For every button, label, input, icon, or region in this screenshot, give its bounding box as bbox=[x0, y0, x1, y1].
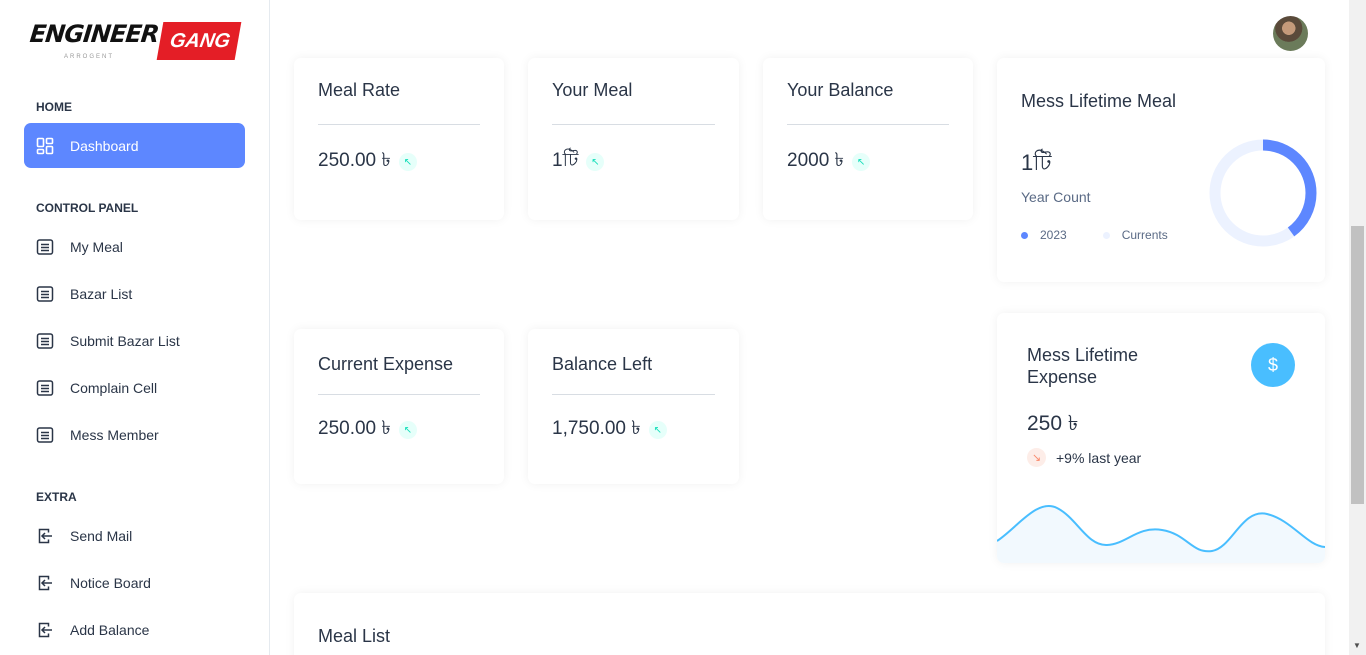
arrow-down-right-icon: ↘ bbox=[1027, 448, 1046, 467]
list-icon bbox=[36, 238, 54, 256]
dashboard-icon bbox=[36, 137, 54, 155]
logo-subtitle: ARROGENT bbox=[64, 54, 115, 60]
card-value-row: 250.00 ৳ ↖ bbox=[318, 414, 417, 446]
list-icon bbox=[36, 379, 54, 397]
sidebar-item-notice-board[interactable]: Notice Board bbox=[24, 560, 245, 605]
list-icon bbox=[36, 285, 54, 303]
current-expense-value: 250.00 ৳ bbox=[318, 418, 391, 439]
sidebar-item-label: Submit Bazar List bbox=[70, 332, 180, 349]
scroll-down-icon[interactable]: ▼ bbox=[1353, 641, 1361, 650]
legend-label-2023: 2023 bbox=[1040, 228, 1067, 242]
card-title: Meal Rate bbox=[318, 80, 401, 100]
arrow-up-left-icon: ↖ bbox=[398, 421, 417, 439]
divider bbox=[318, 124, 480, 125]
sidebar-item-label: Mess Member bbox=[70, 426, 159, 443]
scrollbar-thumb[interactable] bbox=[1351, 226, 1364, 504]
sidebar-item-dashboard[interactable]: Dashboard bbox=[24, 123, 245, 168]
change-text: +9% last year bbox=[1056, 449, 1142, 466]
card-title: Mess Lifetime Expense bbox=[1027, 344, 1138, 388]
card-current-expense: Current Expense 250.00 ৳ ↖ bbox=[294, 329, 504, 484]
sidebar-item-my-meal[interactable]: My Meal bbox=[24, 224, 245, 269]
logo-word-gang: GANG bbox=[157, 22, 242, 60]
page-scrollbar[interactable]: ▼ bbox=[1349, 0, 1366, 655]
dollar-icon: $ bbox=[1251, 343, 1295, 387]
change-row: ↘ +9% last year bbox=[1027, 448, 1141, 467]
card-meal-rate: Meal Rate 250.00 ৳ ↖ bbox=[294, 58, 504, 220]
expense-sparkline bbox=[997, 505, 1325, 563]
sidebar-item-add-balance[interactable]: Add Balance bbox=[24, 607, 245, 652]
lifetime-meal-value: 1টি bbox=[1021, 150, 1052, 175]
divider bbox=[318, 394, 480, 395]
login-icon bbox=[36, 527, 54, 545]
sparkline-area bbox=[997, 505, 1325, 563]
card-title: Your Balance bbox=[787, 80, 894, 100]
arrow-up-left-icon: ↖ bbox=[648, 421, 667, 439]
user-avatar[interactable] bbox=[1273, 16, 1308, 51]
card-title: Mess Lifetime Meal bbox=[1021, 91, 1177, 111]
legend: 2023 Currents bbox=[1021, 228, 1168, 242]
nav-section-control-panel: CONTROL PANEL bbox=[36, 201, 139, 215]
card-value-row: 2000 ৳ ↖ bbox=[787, 146, 871, 178]
card-meal-list: Meal List bbox=[294, 593, 1325, 655]
sidebar-item-label: Dashboard bbox=[70, 137, 139, 154]
nav-section-home: HOME bbox=[36, 100, 72, 114]
sidebar-item-submit-bazar-list[interactable]: Submit Bazar List bbox=[24, 318, 245, 363]
sidebar-item-label: Complain Cell bbox=[70, 379, 158, 396]
card-value-row: 250.00 ৳ ↖ bbox=[318, 146, 417, 178]
your-meal-value: 1টি bbox=[552, 150, 579, 171]
year-count-label: Year Count bbox=[1021, 189, 1091, 205]
card-value-row: 1টি ↖ bbox=[552, 146, 605, 178]
legend-dot-2023 bbox=[1021, 231, 1028, 239]
legend-dot-currents bbox=[1102, 231, 1110, 239]
meal-rate-value: 250.00 ৳ bbox=[318, 150, 391, 171]
arrow-up-left-icon: ↖ bbox=[852, 153, 871, 171]
sidebar-item-label: Notice Board bbox=[70, 574, 151, 591]
card-title: Balance Left bbox=[552, 354, 653, 374]
arrow-up-left-icon: ↖ bbox=[586, 153, 605, 171]
nav-section-extra: EXTRA bbox=[36, 490, 77, 504]
sidebar: ENGINEER GANG ARROGENT HOME Dashboard CO… bbox=[0, 0, 270, 655]
donut-chart bbox=[1209, 139, 1317, 247]
divider bbox=[787, 124, 949, 125]
login-icon bbox=[36, 574, 54, 592]
card-title: Current Expense bbox=[318, 354, 454, 374]
arrow-up-left-icon: ↖ bbox=[398, 153, 417, 171]
logo[interactable]: ENGINEER GANG ARROGENT bbox=[28, 20, 242, 62]
title-line-1: Mess Lifetime bbox=[1027, 345, 1139, 365]
sidebar-item-label: Bazar List bbox=[70, 285, 133, 302]
sidebar-item-mess-member[interactable]: Mess Member bbox=[24, 412, 245, 457]
list-icon bbox=[36, 426, 54, 444]
balance-left-value: 1,750.00 ৳ bbox=[552, 418, 641, 439]
card-mess-lifetime-expense: Mess Lifetime Expense $ 250 ৳ ↘ +9% last… bbox=[997, 313, 1325, 563]
divider bbox=[552, 124, 715, 125]
sidebar-item-label: Send Mail bbox=[70, 527, 133, 544]
login-icon bbox=[36, 621, 54, 639]
card-your-balance: Your Balance 2000 ৳ ↖ bbox=[763, 58, 973, 220]
card-title: Your Meal bbox=[552, 80, 633, 100]
your-balance-value: 2000 ৳ bbox=[787, 150, 845, 171]
card-value-row: 1,750.00 ৳ ↖ bbox=[552, 414, 667, 446]
card-mess-lifetime-meal: Mess Lifetime Meal 1টি Year Count 2023 C… bbox=[997, 58, 1325, 282]
title-line-2: Expense bbox=[1027, 367, 1098, 387]
card-balance-left: Balance Left 1,750.00 ৳ ↖ bbox=[528, 329, 739, 484]
card-your-meal: Your Meal 1টি ↖ bbox=[528, 58, 739, 220]
divider bbox=[552, 394, 715, 395]
list-icon bbox=[36, 332, 54, 350]
meal-list-title: Meal List bbox=[318, 626, 391, 646]
legend-label-currents: Currents bbox=[1121, 228, 1168, 242]
sidebar-item-bazar-list[interactable]: Bazar List bbox=[24, 271, 245, 316]
sidebar-item-complain-cell[interactable]: Complain Cell bbox=[24, 365, 245, 410]
sidebar-item-send-mail[interactable]: Send Mail bbox=[24, 513, 245, 558]
lifetime-expense-value: 250 ৳ bbox=[1027, 412, 1079, 435]
sidebar-item-label: My Meal bbox=[70, 238, 123, 255]
logo-word-engineer: ENGINEER bbox=[28, 20, 160, 48]
sidebar-item-label: Add Balance bbox=[70, 621, 150, 638]
